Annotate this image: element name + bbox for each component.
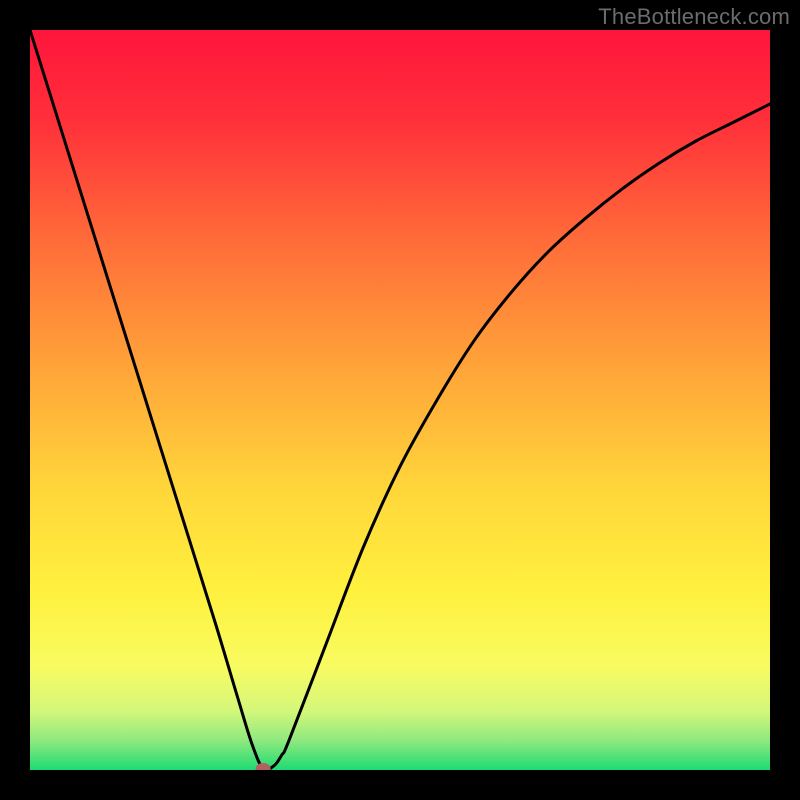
optimum-marker: [256, 764, 270, 770]
watermark-text: TheBottleneck.com: [598, 4, 790, 30]
chart-svg: [30, 30, 770, 770]
chart-stage: TheBottleneck.com: [0, 0, 800, 800]
gradient-background: [30, 30, 770, 770]
plot-area: [30, 30, 770, 770]
